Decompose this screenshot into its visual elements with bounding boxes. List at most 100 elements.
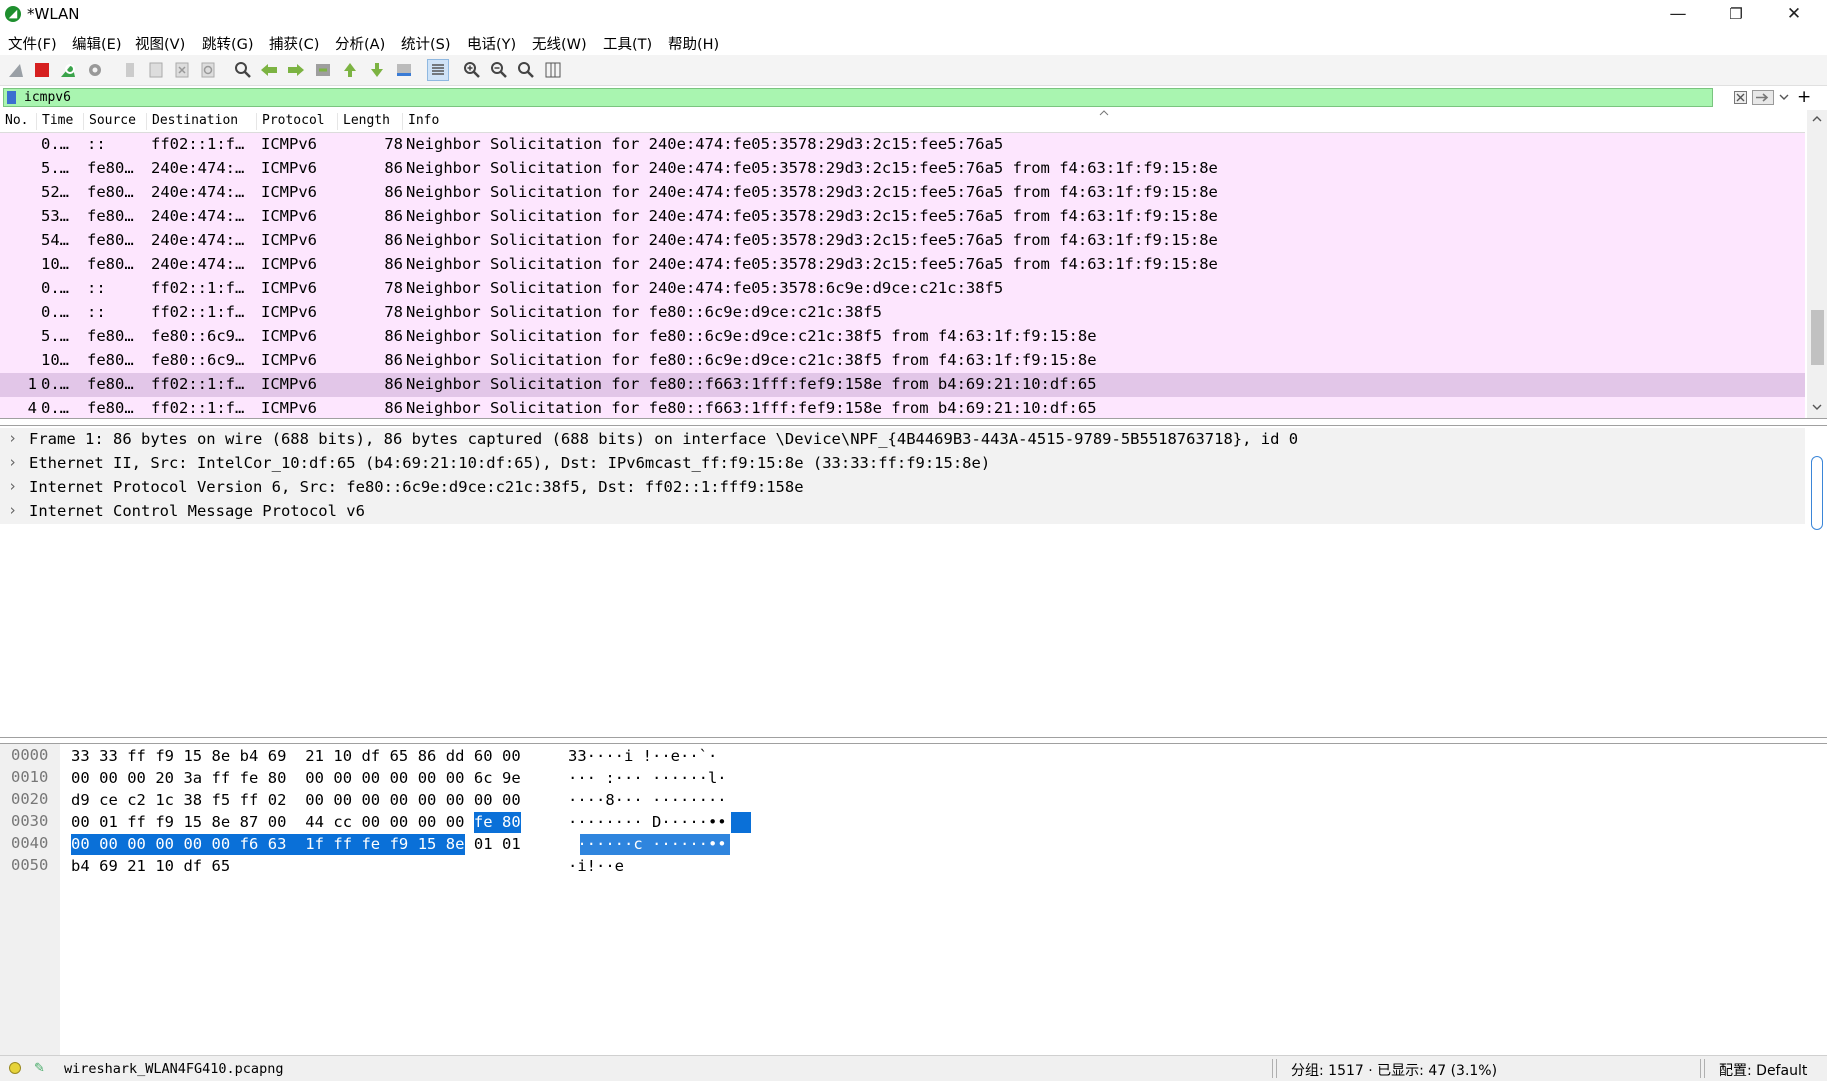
hex-byte[interactable]: 00: [474, 790, 493, 811]
detail-row-frame[interactable]: › Frame 1: 86 bytes on wire (688 bits), …: [0, 428, 1805, 452]
hex-byte[interactable]: 00: [71, 768, 90, 789]
go-last-icon[interactable]: [367, 60, 387, 80]
chevron-right-icon[interactable]: ›: [8, 501, 17, 519]
packet-row[interactable]: 0.…:: ff02::1:f… ICMPv6 78 Neighbor Solicita…: [0, 277, 1805, 301]
hex-byte[interactable]: b4: [71, 856, 90, 877]
details-scrollbar[interactable]: [1807, 426, 1827, 737]
hex-byte[interactable]: fe: [473, 812, 503, 833]
packet-row[interactable]: 0.…:: ff02::1:f… ICMPv6 78 Neighbor Solicita…: [0, 301, 1805, 325]
hex-byte[interactable]: 10: [155, 856, 174, 877]
hex-byte[interactable]: 6c: [474, 768, 493, 789]
capture-comment-icon[interactable]: ✎: [34, 1061, 45, 1076]
hex-byte[interactable]: c2: [127, 790, 146, 811]
hex-byte[interactable]: 69: [268, 746, 287, 767]
chevron-right-icon[interactable]: ›: [8, 453, 17, 471]
packet-row[interactable]: 5.… fe80… fe80::6c9… ICMPv6 86 Neighbor Solic…: [0, 325, 1805, 349]
menu-analyze[interactable]: 分析(A): [335, 33, 385, 54]
hex-byte[interactable]: ff: [333, 834, 362, 855]
hex-byte[interactable]: 20: [155, 768, 174, 789]
hex-byte[interactable]: 87: [240, 812, 259, 833]
hex-byte[interactable]: 00: [305, 790, 324, 811]
hex-byte[interactable]: 8e: [212, 746, 231, 767]
packet-list-scrollbar[interactable]: [1807, 110, 1827, 418]
display-filter-input[interactable]: [24, 89, 1524, 106]
column-header-source[interactable]: Source: [83, 113, 136, 130]
filter-history-chevron-down-icon[interactable]: [1779, 94, 1789, 101]
hex-byte[interactable]: 01: [502, 834, 521, 855]
hex-byte[interactable]: 00: [446, 768, 465, 789]
packet-row[interactable]: 54… fe80… 240e:474:… ICMPv6 86 Neighbor Solic…: [0, 229, 1805, 253]
restore-button[interactable]: ❐: [1707, 0, 1765, 30]
packet-row[interactable]: 10… fe80… fe80::6c9… ICMPv6 86 Neighbor Solic…: [0, 349, 1805, 373]
hex-byte[interactable]: 44: [305, 812, 324, 833]
menu-tools[interactable]: 工具(T): [603, 33, 652, 54]
ascii-dump[interactable]: ········ D·····••: [568, 812, 727, 833]
column-header-length[interactable]: Length: [337, 113, 390, 130]
scroll-down-icon[interactable]: [1812, 404, 1822, 411]
close-window-button[interactable]: ✕: [1765, 0, 1823, 30]
hex-byte[interactable]: 00: [502, 746, 521, 767]
hex-byte[interactable]: 00: [155, 834, 184, 855]
hex-byte[interactable]: 00: [418, 790, 437, 811]
hex-byte[interactable]: 10: [333, 746, 352, 767]
column-header-time[interactable]: Time: [36, 113, 73, 130]
packet-list-scroll-thumb[interactable]: [1811, 310, 1824, 365]
packet-row[interactable]: 53… fe80… 240e:474:… ICMPv6 86 Neighbor Solic…: [0, 205, 1805, 229]
hex-byte[interactable]: 00: [268, 812, 287, 833]
zoom-normal-icon[interactable]: [516, 60, 536, 80]
hex-byte[interactable]: 00: [390, 790, 409, 811]
colorize-icon[interactable]: [427, 59, 449, 81]
hex-byte[interactable]: 02: [268, 790, 287, 811]
menu-help[interactable]: 帮助(H): [668, 33, 719, 54]
restart-capture-icon[interactable]: [58, 60, 78, 80]
hex-byte[interactable]: 69: [99, 856, 118, 877]
close-file-icon[interactable]: [172, 60, 192, 80]
resize-columns-icon[interactable]: [543, 60, 563, 80]
hex-byte[interactable]: 33: [99, 746, 118, 767]
hex-byte[interactable]: 00: [333, 790, 352, 811]
zoom-in-icon[interactable]: [462, 60, 482, 80]
zoom-out-icon[interactable]: [489, 60, 509, 80]
hex-byte[interactable]: 00: [390, 812, 409, 833]
hex-byte[interactable]: ff: [127, 812, 146, 833]
hex-byte[interactable]: cc: [333, 812, 352, 833]
auto-scroll-icon[interactable]: [394, 60, 414, 80]
hex-byte[interactable]: 00: [333, 768, 352, 789]
hex-byte[interactable]: 38: [183, 790, 202, 811]
hex-byte[interactable]: f9: [389, 834, 418, 855]
packet-row[interactable]: 0.…:: ff02::1:f… ICMPv6 78 Neighbor Solicita…: [0, 133, 1805, 157]
hex-byte[interactable]: fe: [361, 834, 390, 855]
column-header-destination[interactable]: Destination: [146, 113, 238, 130]
hex-byte[interactable]: 00: [446, 790, 465, 811]
filter-bookmark-icon[interactable]: [7, 91, 16, 104]
menu-telephony[interactable]: 电话(Y): [467, 33, 516, 54]
hex-byte[interactable]: b4: [240, 746, 259, 767]
hex-byte[interactable]: 1f: [305, 834, 334, 855]
config-profile[interactable]: 配置: Default: [1719, 1060, 1807, 1080]
hex-byte[interactable]: 00: [390, 768, 409, 789]
hex-byte[interactable]: 1c: [155, 790, 174, 811]
hex-byte[interactable]: 8e: [212, 812, 231, 833]
hex-byte[interactable]: 00: [446, 812, 465, 833]
hex-byte[interactable]: 15: [183, 746, 202, 767]
details-scroll-thumb[interactable]: [1811, 456, 1823, 530]
apply-filter-icon[interactable]: [1752, 90, 1774, 105]
detail-row-icmpv6[interactable]: › Internet Control Message Protocol v6: [0, 500, 1805, 524]
packet-row[interactable]: 5.… fe80… 240e:474:… ICMPv6 86 Neighbor Solic…: [0, 157, 1805, 181]
hex-byte[interactable]: 21: [305, 746, 324, 767]
go-forward-icon[interactable]: [286, 60, 306, 80]
hex-byte[interactable]: ff: [127, 746, 146, 767]
hex-byte[interactable]: 80: [502, 812, 521, 833]
hex-byte[interactable]: 00: [418, 812, 437, 833]
hex-byte[interactable]: 01: [474, 834, 493, 855]
reload-file-icon[interactable]: [198, 60, 218, 80]
packet-row[interactable]: 10… fe80… 240e:474:… ICMPv6 86 Neighbor Solic…: [0, 253, 1805, 277]
go-to-packet-icon[interactable]: [313, 60, 333, 80]
hex-byte[interactable]: 00: [305, 768, 324, 789]
scroll-up-icon[interactable]: [1812, 115, 1822, 122]
hex-byte[interactable]: 80: [268, 768, 287, 789]
hex-byte[interactable]: 00: [502, 790, 521, 811]
start-capture-icon[interactable]: [6, 60, 26, 80]
hex-byte[interactable]: df: [361, 746, 380, 767]
hex-byte[interactable]: ff: [240, 790, 259, 811]
